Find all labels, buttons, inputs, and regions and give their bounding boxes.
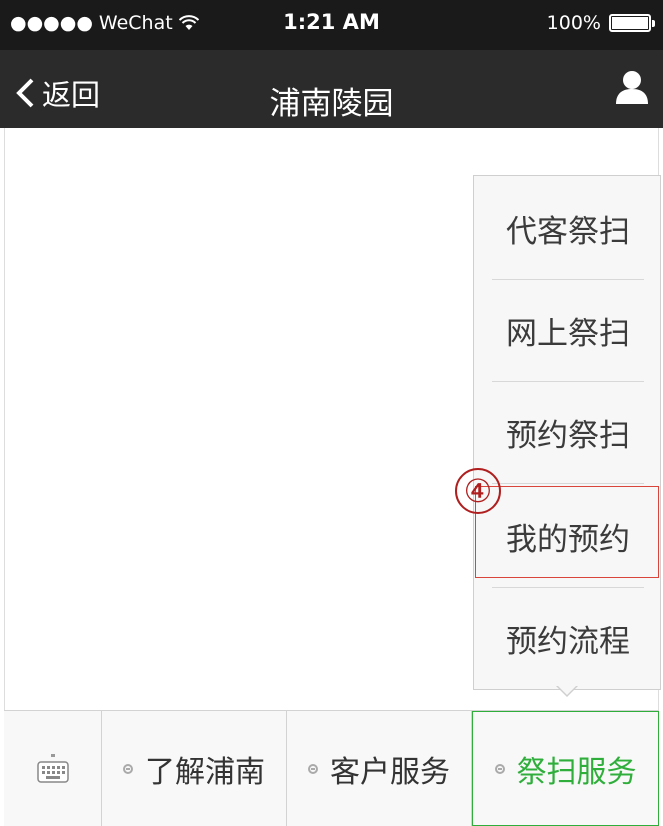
battery-percent: 100%: [546, 12, 601, 34]
popup-menu: 代客祭扫 网上祭扫 预约祭扫 我的预约 预约流程: [473, 175, 661, 690]
highlight-box: [475, 486, 659, 578]
status-battery-group: 100%: [546, 12, 655, 34]
bottom-menu-customer-service[interactable]: 客户服务: [287, 711, 472, 826]
bottom-menu-customer-service-label: 客户服务: [330, 754, 450, 790]
menu-divider: [492, 483, 644, 484]
user-icon[interactable]: [613, 68, 651, 106]
menu-item-book-sweeping[interactable]: 预约祭扫: [474, 382, 662, 482]
keyboard-icon: [36, 753, 69, 783]
keyboard-toggle-button[interactable]: [4, 711, 102, 826]
popup-arrow-inner: [557, 685, 577, 695]
menu-item-booking-process[interactable]: 预约流程: [474, 588, 662, 688]
status-bar: ●●●●● WeChat 1:21 AM 100%: [0, 0, 663, 50]
nav-bar: 返回 浦南陵园: [0, 50, 663, 128]
bottom-menu-sweeping-service[interactable]: 祭扫服务: [472, 711, 659, 826]
menu-dot-icon: [494, 763, 505, 774]
bottom-menu-sweeping-service-label: 祭扫服务: [516, 754, 637, 790]
menu-dot-icon: [123, 763, 133, 774]
page-title: 浦南陵园: [269, 86, 394, 122]
menu-dot-icon: [308, 763, 318, 774]
step-marker: ④: [455, 468, 501, 514]
bottom-menu-about[interactable]: 了解浦南: [102, 711, 287, 826]
bottom-menu-about-label: 了解浦南: [145, 754, 265, 790]
battery-icon: [609, 14, 655, 32]
bottom-menu: 了解浦南 客户服务 祭扫服务: [4, 710, 659, 826]
menu-item-proxy-sweeping[interactable]: 代客祭扫: [474, 178, 662, 278]
menu-item-online-sweeping[interactable]: 网上祭扫: [474, 280, 662, 380]
